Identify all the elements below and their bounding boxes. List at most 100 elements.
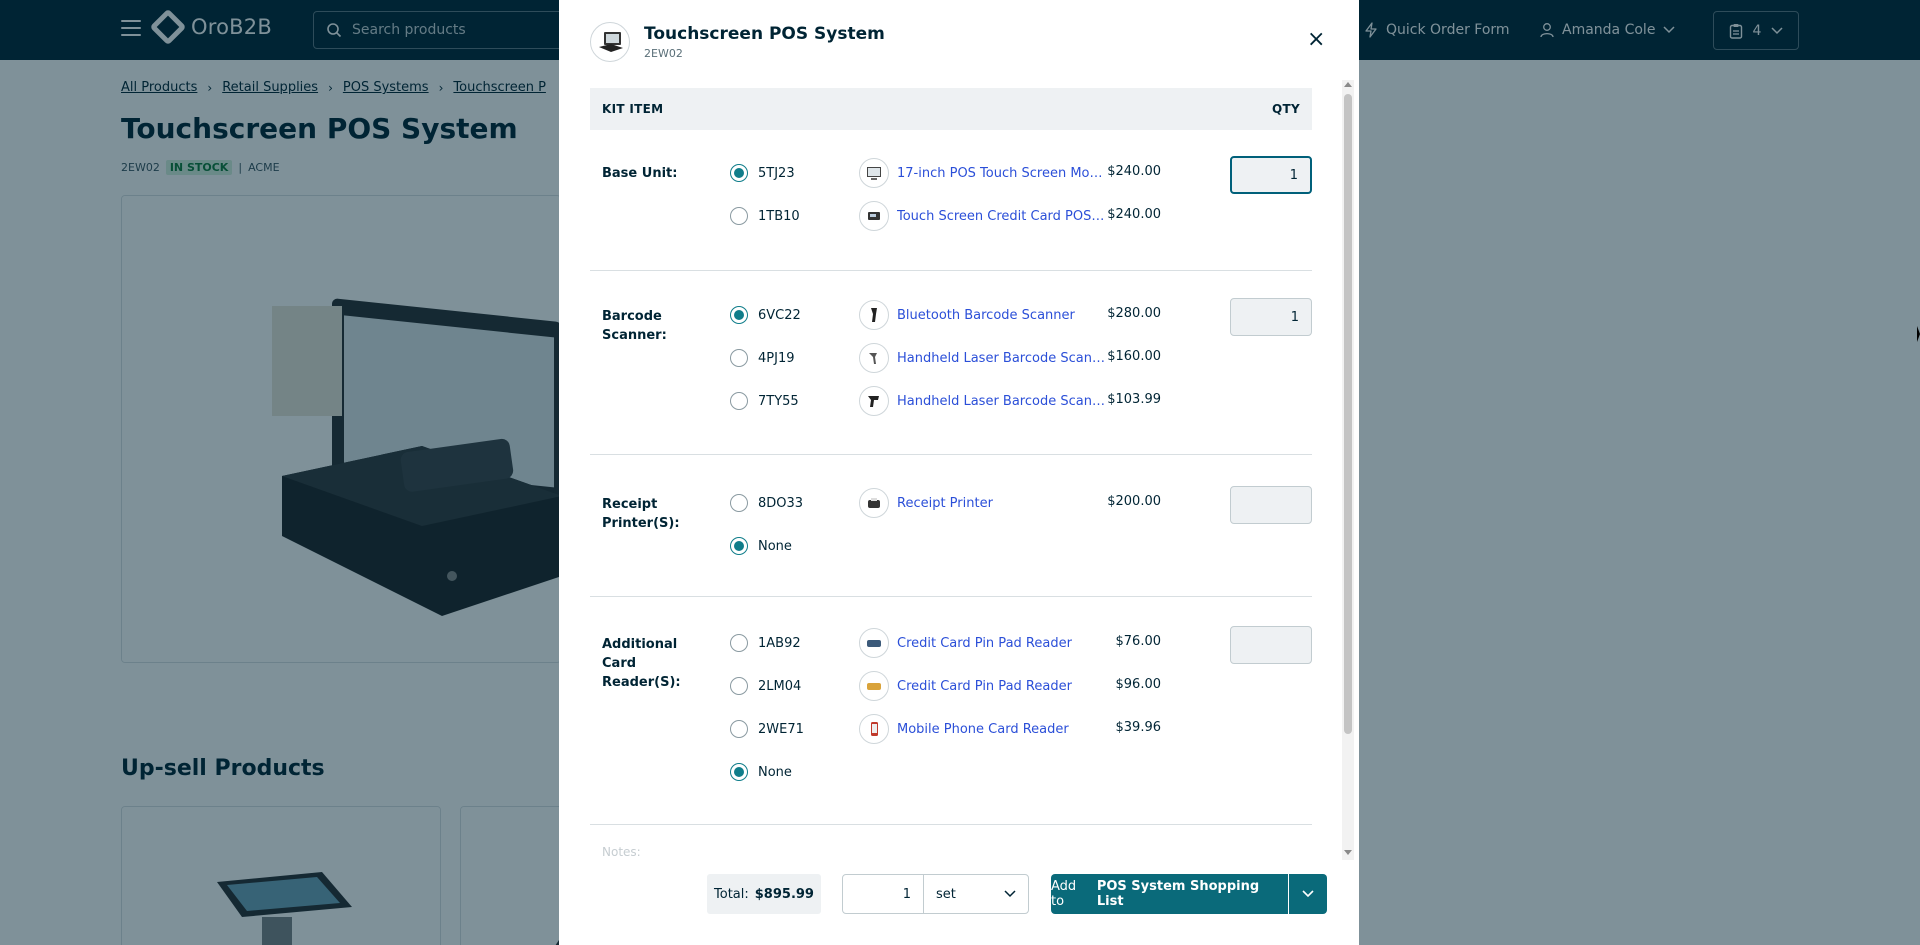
product-link[interactable]: Credit Card Pin Pad Reader: [897, 636, 1072, 651]
kit-group-base-unit: Base Unit: 5TJ23 17-inch POS Touch Scree…: [590, 130, 1312, 271]
option-radio-1ab92[interactable]: 1AB92: [730, 634, 801, 652]
dialog-scrollbar[interactable]: [1342, 80, 1354, 860]
kit-group-card-reader: Additional Card Reader(S): 1AB92 Credit …: [590, 597, 1312, 825]
option-radio-5tj23[interactable]: 5TJ23: [730, 164, 795, 182]
unit-value: set: [936, 886, 956, 902]
option-price: $240.00: [1107, 207, 1161, 222]
shopping-list-name: POS System Shopping List: [1096, 879, 1260, 909]
monitor-thumb-icon: [859, 158, 889, 188]
radio-button[interactable]: [730, 720, 748, 738]
dialog-header: Touchscreen POS System 2EW02: [590, 22, 885, 62]
chevron-down-icon: [1302, 890, 1314, 898]
option-radio-none[interactable]: None: [730, 763, 792, 781]
product-link[interactable]: Handheld Laser Barcode Scanner: [897, 394, 1107, 409]
group-label: Base Unit:: [602, 166, 678, 181]
option-radio-2lm04[interactable]: 2LM04: [730, 677, 801, 695]
qty-column-header: QTY: [1272, 102, 1300, 116]
radio-button[interactable]: [730, 207, 748, 225]
group-label: Barcode Scanner:: [602, 309, 667, 343]
qty-input[interactable]: [1230, 298, 1312, 336]
pos-thumb-image: [599, 32, 623, 52]
total-display: Total: $895.99: [707, 874, 821, 914]
product-link[interactable]: Handheld Laser Barcode Scanner: [897, 351, 1107, 366]
group-label: Receipt Printer(S):: [602, 497, 680, 531]
option-product: Receipt Printer: [859, 488, 993, 518]
radio-button[interactable]: [730, 306, 748, 324]
option-radio-8do33[interactable]: 8DO33: [730, 494, 803, 512]
product-link[interactable]: Touch Screen Credit Card POS S...: [897, 209, 1107, 224]
pin-pad-thumb-icon: [859, 628, 889, 658]
option-radio-7ty55[interactable]: 7TY55: [730, 392, 799, 410]
option-radio-2we71[interactable]: 2WE71: [730, 720, 804, 738]
option-sku: None: [758, 538, 792, 554]
qty-input[interactable]: [1230, 486, 1312, 524]
dialog-title: Touchscreen POS System: [644, 24, 885, 44]
option-price: $76.00: [1115, 634, 1162, 649]
product-link[interactable]: 17-inch POS Touch Screen Monit...: [897, 166, 1107, 181]
option-radio-none[interactable]: None: [730, 537, 792, 555]
option-sku: 4PJ19: [758, 350, 795, 366]
option-product: Mobile Phone Card Reader: [859, 714, 1069, 744]
total-value: $895.99: [754, 886, 814, 902]
dialog-sku: 2EW02: [644, 47, 683, 60]
kit-group-receipt-printer: Receipt Printer(S): 8DO33 Receipt Printe…: [590, 455, 1312, 597]
add-to-shopping-list-button[interactable]: Add to POS System Shopping List: [1051, 874, 1288, 914]
option-product: 17-inch POS Touch Screen Monit...: [859, 158, 1107, 188]
printer-thumb-icon: [859, 488, 889, 518]
option-radio-1tb10[interactable]: 1TB10: [730, 207, 800, 225]
option-price: $200.00: [1107, 494, 1161, 509]
pin-pad-thumb-icon: [859, 671, 889, 701]
product-link[interactable]: Mobile Phone Card Reader: [897, 722, 1069, 737]
option-sku: 1TB10: [758, 208, 800, 224]
radio-button[interactable]: [730, 677, 748, 695]
scroll-down-icon[interactable]: [1344, 850, 1352, 855]
shopping-list-dropdown-button[interactable]: [1289, 874, 1327, 914]
unit-select[interactable]: set: [923, 874, 1029, 914]
scroll-up-icon[interactable]: [1344, 82, 1352, 87]
option-product: Bluetooth Barcode Scanner: [859, 300, 1075, 330]
option-price: $96.00: [1115, 677, 1162, 692]
kit-group-barcode-scanner: Barcode Scanner: 6VC22 Bluetooth Barcode…: [590, 271, 1312, 455]
option-sku: 8DO33: [758, 495, 804, 511]
radio-button[interactable]: [730, 164, 748, 182]
kit-item-column-header: KIT ITEM: [602, 102, 664, 116]
configure-kit-dialog: Touchscreen POS System 2EW02 × KIT ITEM …: [559, 0, 1359, 945]
option-sku: 2WE71: [758, 721, 804, 737]
add-prefix: Add to: [1051, 879, 1077, 909]
radio-button[interactable]: [730, 392, 748, 410]
radio-button[interactable]: [730, 349, 748, 367]
option-sku: 2LM04: [758, 678, 802, 694]
scrollbar-thumb[interactable]: [1344, 94, 1352, 734]
group-label: Additional Card Reader(S):: [602, 637, 681, 690]
product-link[interactable]: Receipt Printer: [897, 496, 993, 511]
close-icon[interactable]: ×: [1307, 29, 1325, 51]
scanner-thumb-icon: [859, 300, 889, 330]
kit-items-list[interactable]: KIT ITEM QTY Base Unit: 5TJ23 17-inch PO…: [590, 88, 1312, 858]
radio-button[interactable]: [730, 634, 748, 652]
option-radio-4pj19[interactable]: 4PJ19: [730, 349, 795, 367]
option-sku: 7TY55: [758, 393, 799, 409]
qty-input[interactable]: [1230, 156, 1312, 194]
option-price: $160.00: [1107, 349, 1161, 364]
product-link[interactable]: Credit Card Pin Pad Reader: [897, 679, 1072, 694]
radio-button[interactable]: [730, 537, 748, 555]
phone-reader-thumb-icon: [859, 714, 889, 744]
chevron-down-icon: [1004, 890, 1016, 898]
option-product: Touch Screen Credit Card POS S...: [859, 201, 1107, 231]
option-product: Handheld Laser Barcode Scanner: [859, 386, 1107, 416]
option-price: $240.00: [1107, 164, 1161, 179]
option-radio-6vc22[interactable]: 6VC22: [730, 306, 801, 324]
radio-button[interactable]: [730, 763, 748, 781]
kit-quantity-input[interactable]: [842, 874, 924, 914]
option-sku: None: [758, 764, 792, 780]
qty-input[interactable]: [1230, 626, 1312, 664]
card-terminal-thumb-icon: [859, 201, 889, 231]
option-product: Credit Card Pin Pad Reader: [859, 671, 1072, 701]
option-sku: 5TJ23: [758, 165, 795, 181]
total-label: Total:: [714, 886, 749, 902]
option-sku: 6VC22: [758, 307, 801, 323]
product-link[interactable]: Bluetooth Barcode Scanner: [897, 308, 1075, 323]
radio-button[interactable]: [730, 494, 748, 512]
option-sku: 1AB92: [758, 635, 801, 651]
option-price: $280.00: [1107, 306, 1161, 321]
